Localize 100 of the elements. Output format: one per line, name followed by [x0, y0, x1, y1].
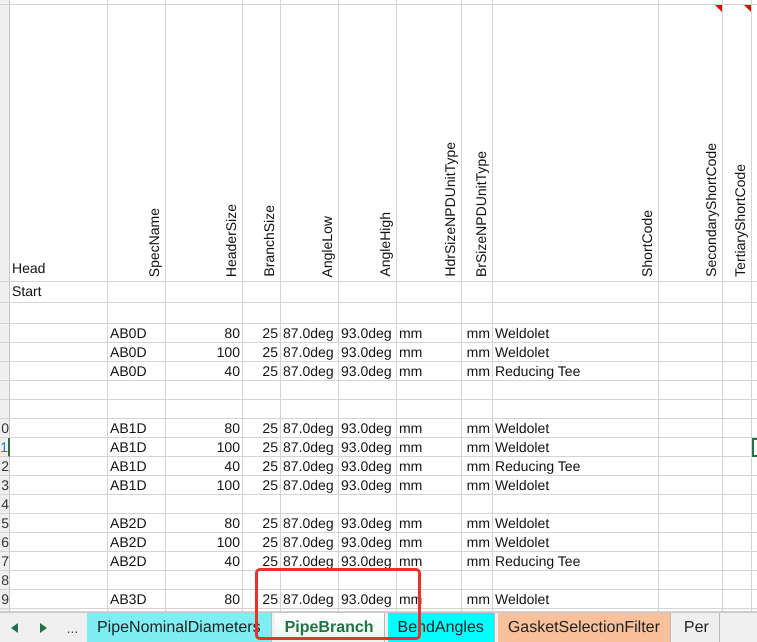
table-cell[interactable]	[723, 282, 752, 303]
table-cell[interactable]	[281, 0, 339, 5]
table-cell[interactable]	[243, 303, 281, 324]
table-cell[interactable]	[166, 400, 243, 419]
table-cell[interactable]	[339, 0, 397, 5]
table-cell[interactable]	[10, 343, 108, 362]
table-cell[interactable]	[659, 590, 723, 609]
table-cell[interactable]	[10, 533, 108, 552]
table-cell[interactable]	[462, 495, 493, 514]
table-cell[interactable]	[659, 303, 723, 324]
table-cell[interactable]	[281, 495, 339, 514]
table-cell[interactable]	[339, 303, 397, 324]
header-cell[interactable]: AngleHigh	[339, 5, 397, 282]
table-cell[interactable]	[243, 571, 281, 590]
table-cell[interactable]	[659, 0, 723, 5]
header-cell[interactable]: TertiaryShortCode	[723, 5, 752, 282]
table-cell[interactable]	[723, 590, 752, 609]
table-cell[interactable]	[10, 552, 108, 571]
table-cell[interactable]	[723, 400, 752, 419]
table-cell[interactable]	[166, 303, 243, 324]
table-cell[interactable]	[462, 282, 493, 303]
row-number[interactable]: 6	[0, 533, 10, 552]
row-header[interactable]	[0, 303, 10, 324]
table-cell[interactable]	[462, 571, 493, 590]
table-cell[interactable]	[493, 400, 659, 419]
table-cell[interactable]	[659, 438, 723, 457]
table-cell[interactable]	[10, 400, 108, 419]
table-cell[interactable]	[339, 282, 397, 303]
table-cell[interactable]	[108, 400, 166, 419]
table-cell[interactable]	[10, 438, 108, 457]
table-cell[interactable]	[243, 400, 281, 419]
table-cell[interactable]	[10, 324, 108, 343]
table-cell[interactable]	[243, 495, 281, 514]
header-cell[interactable]: HdrSizeNPDUnitType	[397, 5, 462, 282]
table-cell[interactable]	[10, 590, 108, 609]
table-cell[interactable]	[723, 438, 752, 457]
table-cell[interactable]	[462, 400, 493, 419]
table-cell[interactable]	[723, 381, 752, 400]
row-number[interactable]: 3	[0, 476, 10, 495]
table-cell[interactable]	[339, 495, 397, 514]
table-cell[interactable]	[723, 324, 752, 343]
table-cell[interactable]	[659, 282, 723, 303]
table-cell[interactable]	[10, 303, 108, 324]
row-number[interactable]: 8	[0, 571, 10, 590]
header-cell[interactable]: Head	[10, 5, 108, 282]
header-cell[interactable]: SpecName	[108, 5, 166, 282]
header-cell[interactable]: AngleLow	[281, 5, 339, 282]
row-number[interactable]: 1	[0, 438, 10, 457]
table-cell[interactable]	[108, 282, 166, 303]
table-cell[interactable]	[281, 303, 339, 324]
table-cell[interactable]	[10, 476, 108, 495]
row-number[interactable]: 9	[0, 590, 10, 609]
table-cell[interactable]	[659, 495, 723, 514]
more-sheets-button[interactable]: ...	[58, 613, 87, 642]
table-cell[interactable]	[659, 324, 723, 343]
table-cell[interactable]	[723, 457, 752, 476]
table-cell[interactable]	[723, 476, 752, 495]
table-cell[interactable]	[493, 0, 659, 5]
table-cell[interactable]	[10, 457, 108, 476]
table-cell[interactable]	[659, 533, 723, 552]
table-cell[interactable]	[108, 303, 166, 324]
row-header[interactable]	[0, 609, 10, 612]
table-cell[interactable]	[10, 362, 108, 381]
row-number[interactable]: 4	[0, 495, 10, 514]
table-cell[interactable]	[462, 303, 493, 324]
table-cell[interactable]	[166, 381, 243, 400]
table-cell[interactable]	[493, 495, 659, 514]
table-cell[interactable]	[397, 0, 462, 5]
table-cell[interactable]	[243, 381, 281, 400]
table-cell[interactable]	[108, 495, 166, 514]
table-cell[interactable]	[281, 282, 339, 303]
table-cell[interactable]	[166, 571, 243, 590]
table-cell[interactable]	[397, 381, 462, 400]
row-header[interactable]	[0, 381, 10, 400]
table-cell[interactable]	[108, 0, 166, 5]
header-cell[interactable]: BrSizeNPDUnitType	[462, 5, 493, 282]
row-number[interactable]: 2	[0, 457, 10, 476]
header-cell[interactable]: SecondaryShortCode	[659, 5, 723, 282]
row-header[interactable]	[0, 400, 10, 419]
row-header[interactable]	[0, 324, 10, 343]
table-cell[interactable]	[281, 400, 339, 419]
table-cell[interactable]	[462, 381, 493, 400]
table-cell[interactable]	[397, 282, 462, 303]
header-cell[interactable]: BranchSize	[243, 5, 281, 282]
row-header[interactable]	[0, 0, 10, 5]
table-cell[interactable]	[723, 419, 752, 438]
table-cell[interactable]	[659, 476, 723, 495]
row-header[interactable]	[0, 343, 10, 362]
table-cell[interactable]	[723, 495, 752, 514]
table-cell[interactable]	[493, 571, 659, 590]
sheet-tab[interactable]: PipeBranch	[274, 613, 385, 642]
table-cell[interactable]	[397, 303, 462, 324]
table-cell[interactable]	[243, 282, 281, 303]
table-cell[interactable]	[397, 571, 462, 590]
table-cell[interactable]	[659, 552, 723, 571]
table-cell[interactable]	[397, 400, 462, 419]
table-cell[interactable]	[10, 419, 108, 438]
table-cell[interactable]	[493, 282, 659, 303]
table-cell[interactable]	[723, 533, 752, 552]
table-cell[interactable]	[243, 0, 281, 5]
